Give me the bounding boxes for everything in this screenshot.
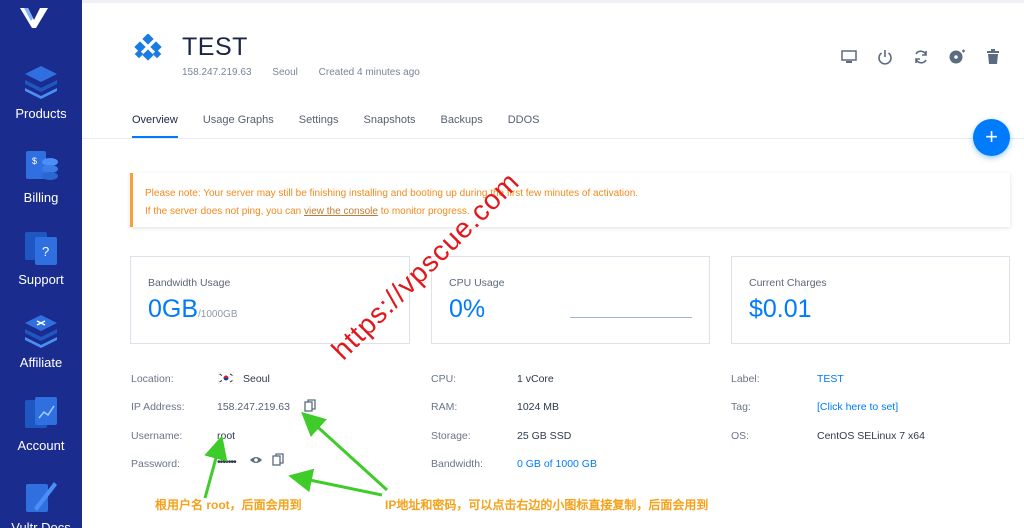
sidebar-item-label: Affiliate (19, 355, 63, 370)
sidebar: Products $ Billing ? Support Affiliate A… (0, 0, 82, 528)
sidebar-item-account[interactable]: Account (0, 396, 82, 453)
support-icon: ? (25, 232, 57, 265)
account-icon (25, 397, 57, 428)
annotation-right: IP地址和密码，可以点击右边的小图标直接复制，后面会用到 (385, 498, 709, 512)
sidebar-item-billing[interactable]: $ Billing (0, 148, 82, 205)
stack-icon (25, 66, 57, 99)
sidebar-item-affiliate[interactable]: Affiliate (0, 313, 82, 370)
vultr-logo[interactable] (18, 6, 50, 30)
sidebar-item-label: Products (15, 106, 67, 121)
svg-text:?: ? (42, 244, 49, 259)
billing-icon: $ (26, 151, 58, 180)
sidebar-item-docs[interactable]: Vultr Docs (0, 478, 82, 528)
sidebar-item-label: Account (17, 438, 65, 453)
svg-text:$: $ (32, 156, 37, 166)
docs-icon (26, 482, 57, 512)
sidebar-item-label: Billing (23, 190, 59, 205)
sidebar-item-label: Support (18, 272, 64, 287)
sidebar-item-support[interactable]: ? Support (0, 230, 82, 287)
main-content: TEST 158.247.219.63 Seoul Created 4 minu… (82, 0, 1024, 528)
arrow-to-ip (301, 411, 389, 492)
sidebar-item-products[interactable]: Products (0, 64, 82, 121)
arrow-to-password (288, 468, 383, 497)
annotation-left: 根用户名 root，后面会用到 (155, 498, 302, 512)
arrow-to-username (203, 435, 228, 499)
annotation-arrows (203, 411, 389, 499)
sidebar-item-label: Vultr Docs (11, 520, 71, 528)
affiliate-icon (25, 315, 57, 348)
